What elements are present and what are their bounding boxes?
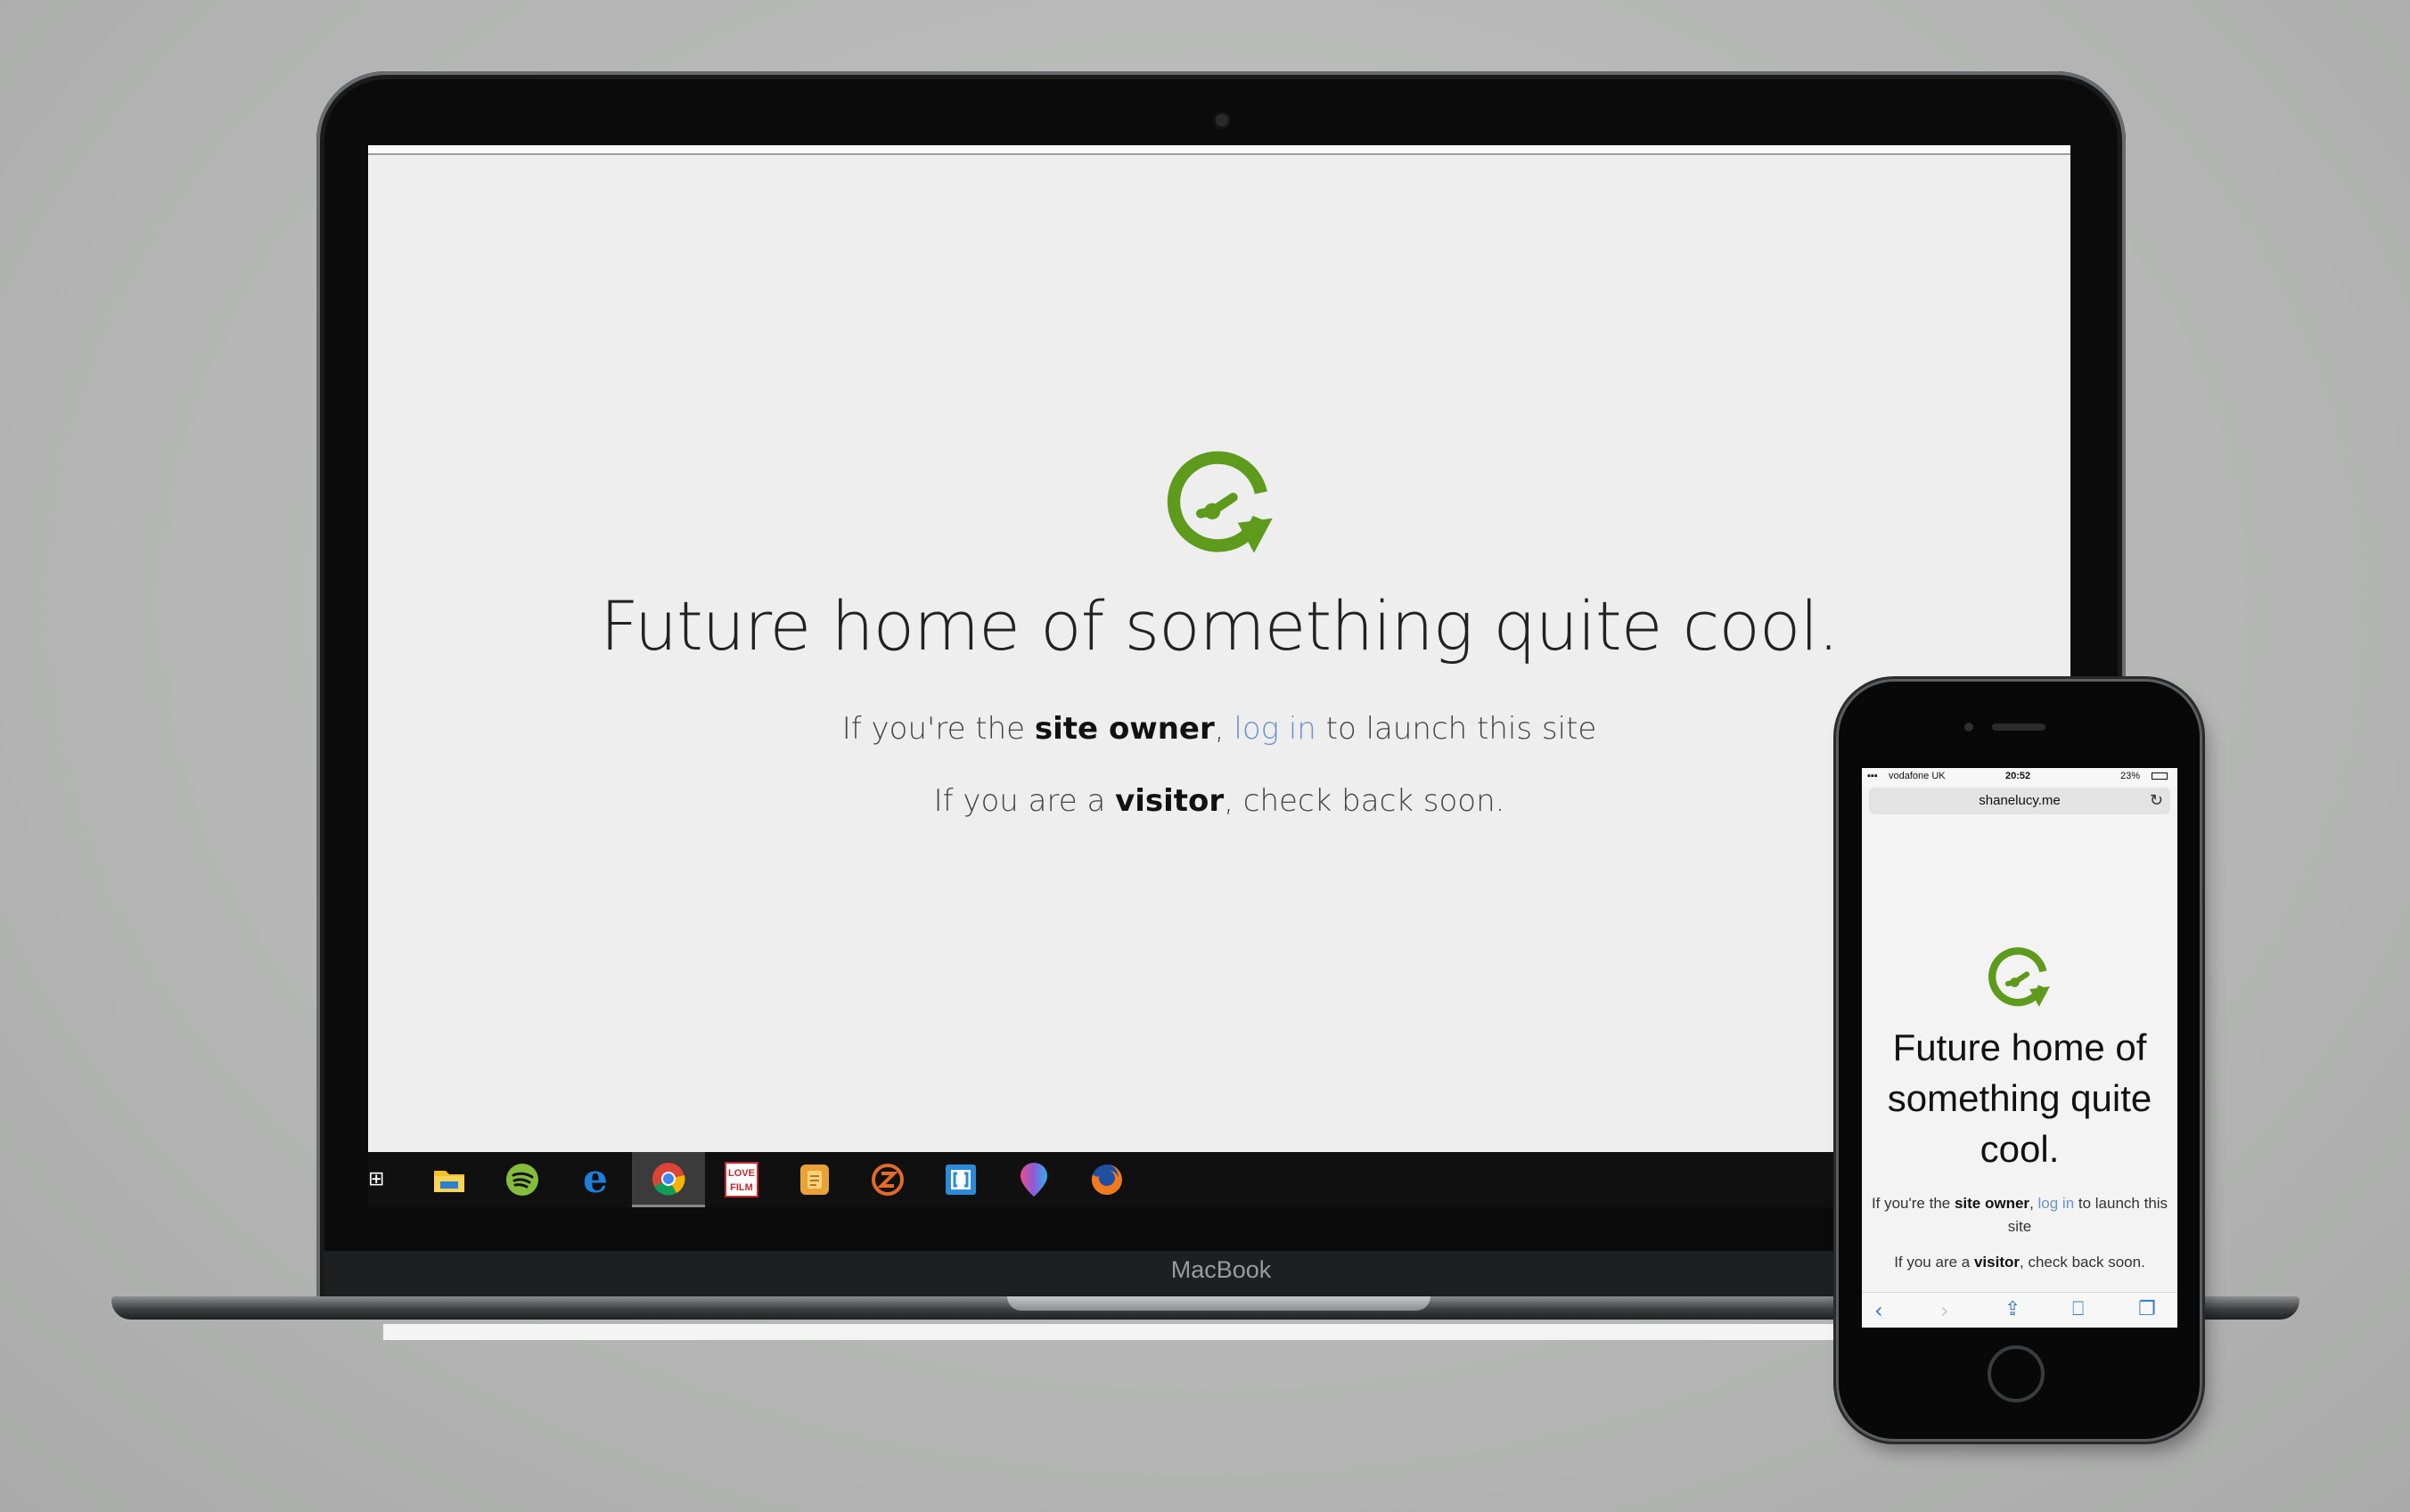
laptop-screen: Future home of something quite cool. If … (368, 145, 2070, 1207)
battery-percent: 23% (2120, 771, 2141, 781)
back-icon[interactable]: ‹ (1874, 1298, 1883, 1323)
clock-time: 20:52 (2005, 771, 2031, 781)
notes-app-icon[interactable] (778, 1152, 851, 1207)
taskbar: ⊞ e LOVE FILM (368, 1152, 2070, 1207)
page-title: Future home of something quite cool. (1887, 1026, 2152, 1170)
log-in-link[interactable]: log in (1234, 711, 1316, 747)
share-icon[interactable]: ⇪ (2004, 1298, 2021, 1320)
spotify-icon[interactable] (486, 1152, 559, 1207)
visitor-suffix: , check back soon. (2020, 1254, 2145, 1271)
owner-suffix: to launch this site (1316, 711, 1597, 747)
clock-refresh-logo-icon (1988, 947, 2050, 1007)
owner-prefix: If you're the (1871, 1195, 1955, 1212)
camera-icon (1216, 114, 1228, 127)
visitor-prefix: If you are a (1894, 1254, 1974, 1271)
owner-comma: , (2029, 1195, 2038, 1212)
visitor-prefix: If you are a (933, 783, 1116, 819)
visitor-message: If you are a visitor, check back soon. (368, 783, 2070, 819)
address-bar[interactable]: shanelucy.me ↻ (1869, 788, 2170, 814)
maps-pin-icon[interactable] (997, 1152, 1070, 1207)
tabs-icon[interactable]: ❐ (2138, 1298, 2156, 1320)
signal-icon: ▪▪▪ (1867, 771, 1878, 781)
edge-icon[interactable]: e (559, 1152, 632, 1207)
page-title: Future home of something quite cool. (600, 586, 1839, 666)
log-in-link[interactable]: log in (2038, 1195, 2075, 1212)
earpiece-speaker (1992, 723, 2045, 731)
carrier-name: vodafone UK (1889, 771, 1946, 781)
forward-icon[interactable]: › (1940, 1298, 1949, 1323)
status-bar: ▪▪▪ vodafone UK 20:52 23% (1862, 768, 2177, 786)
home-button[interactable] (1988, 1345, 2045, 1402)
visitor-suffix: , check back soon. (1224, 783, 1505, 819)
clock-refresh-logo-icon (1167, 451, 1273, 553)
z-app-icon[interactable] (851, 1152, 924, 1207)
iphone-screen: ▪▪▪ vodafone UK 20:52 23% shanelucy.me ↻… (1862, 768, 2177, 1328)
page-content: Future home of something quite cool. If … (368, 145, 2070, 1152)
safari-toolbar: ‹ › ⇪ ⎕ ❐ (1862, 1292, 2177, 1328)
visitor-message: If you are a visitor, check back soon. (1862, 1254, 2177, 1271)
power-button (2200, 855, 2204, 909)
visitor-bold: visitor (1115, 783, 1225, 819)
owner-comma: , (1214, 711, 1234, 747)
bracket-app-icon[interactable] (924, 1152, 997, 1207)
owner-message: If you're the site owner, log in to laun… (368, 711, 2070, 747)
owner-prefix: If you're the (841, 711, 1035, 747)
macbook-hinge-notch (1007, 1296, 1430, 1311)
front-camera-icon (1964, 723, 1973, 731)
lovefilm-icon[interactable]: LOVE FILM (705, 1152, 778, 1207)
owner-message: If you're the site owner, log in to laun… (1862, 1192, 2177, 1238)
battery-icon (2152, 772, 2168, 780)
macbook-reflection (383, 1324, 1845, 1340)
start-button[interactable]: ⊞ (368, 1166, 386, 1193)
bookmarks-icon[interactable]: ⎕ (2072, 1298, 2084, 1320)
site-owner-bold: site owner (1954, 1195, 2030, 1212)
firefox-icon[interactable] (1070, 1152, 1144, 1207)
reload-icon[interactable]: ↻ (2150, 791, 2163, 810)
file-explorer-icon[interactable] (413, 1152, 486, 1207)
visitor-bold: visitor (1973, 1254, 2020, 1271)
chrome-icon[interactable] (632, 1152, 705, 1207)
address-text: shanelucy.me (1979, 793, 2061, 808)
site-owner-bold: site owner (1034, 711, 1215, 747)
